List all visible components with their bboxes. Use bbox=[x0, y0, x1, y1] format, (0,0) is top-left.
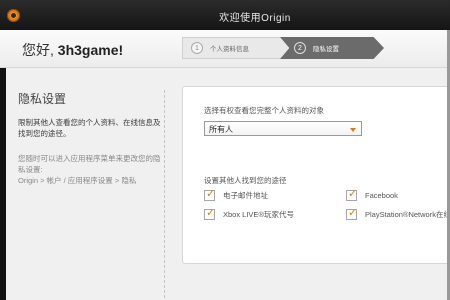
step-privacy-settings[interactable]: 2 隐私设置 bbox=[280, 37, 384, 59]
find-me-label: 设置其他人找到您的途径 bbox=[204, 176, 287, 185]
page-title: 隐私设置 bbox=[18, 92, 67, 106]
greeting-prefix: 您好, bbox=[22, 42, 54, 58]
privacy-sidebar: 隐私设置 限制其他人查看您的个人资料、在线信息及找到您的途径。 您随时可以进入应… bbox=[18, 90, 166, 186]
option-label: Xbox LIVE®玩家代号 bbox=[223, 210, 294, 219]
title-bar: 欢迎使用Origin bbox=[0, 0, 450, 30]
option-facebook[interactable]: Facebook bbox=[346, 187, 398, 201]
option-xbox-live[interactable]: Xbox LIVE®玩家代号 bbox=[204, 206, 294, 220]
main-content: 隐私设置 限制其他人查看您的个人资料、在线信息及找到您的途径。 您随时可以进入应… bbox=[6, 68, 450, 300]
privacy-hint: 您随时可以进入应用程序菜单来更改您的隐私设置: Origin > 帐户 / 应用… bbox=[18, 153, 166, 186]
greeting: 您好, 3h3game! bbox=[22, 40, 123, 60]
checkbox-playstation-network[interactable] bbox=[346, 206, 357, 220]
window-title: 欢迎使用Origin bbox=[219, 13, 291, 24]
hint-text: 您随时可以进入应用程序菜单来更改您的隐私设置: bbox=[18, 154, 161, 174]
option-label: 电子邮件地址 bbox=[223, 191, 268, 200]
profile-visibility-select[interactable]: 所有人 bbox=[204, 121, 362, 136]
checkbox-facebook[interactable] bbox=[346, 187, 357, 201]
option-label: Facebook bbox=[365, 191, 398, 200]
chevron-down-icon bbox=[350, 128, 356, 132]
profile-visibility-label: 选择有权查看您完整个人资料的对象 bbox=[204, 106, 324, 115]
username: 3h3game! bbox=[57, 42, 124, 58]
option-playstation-network[interactable]: PlayStation®Network在线ID bbox=[346, 206, 450, 220]
divider bbox=[164, 90, 165, 298]
step-label: 隐私设置 bbox=[313, 46, 339, 53]
select-value: 所有人 bbox=[209, 125, 233, 134]
header: 您好, 3h3game! 1 个人资料信息 2 隐私设置 bbox=[0, 30, 450, 68]
checkbox-xbox-live[interactable] bbox=[204, 206, 215, 220]
option-email[interactable]: 电子邮件地址 bbox=[204, 187, 268, 201]
checkbox-email[interactable] bbox=[204, 187, 215, 201]
step-label: 个人资料信息 bbox=[210, 46, 249, 53]
step-number: 2 bbox=[294, 42, 306, 54]
privacy-description: 限制其他人查看您的个人资料、在线信息及找到您的途径。 bbox=[18, 118, 161, 138]
settings-path: Origin > 帐户 / 应用程序设置 > 隐私 bbox=[18, 176, 137, 185]
option-label: PlayStation®Network在线ID bbox=[365, 210, 450, 219]
step-number: 1 bbox=[191, 42, 203, 54]
privacy-form-panel: 选择有权查看您完整个人资料的对象 所有人 设置其他人找到您的途径 电子邮件地址 … bbox=[182, 86, 450, 264]
step-profile-info[interactable]: 1 个人资料信息 bbox=[182, 37, 290, 59]
